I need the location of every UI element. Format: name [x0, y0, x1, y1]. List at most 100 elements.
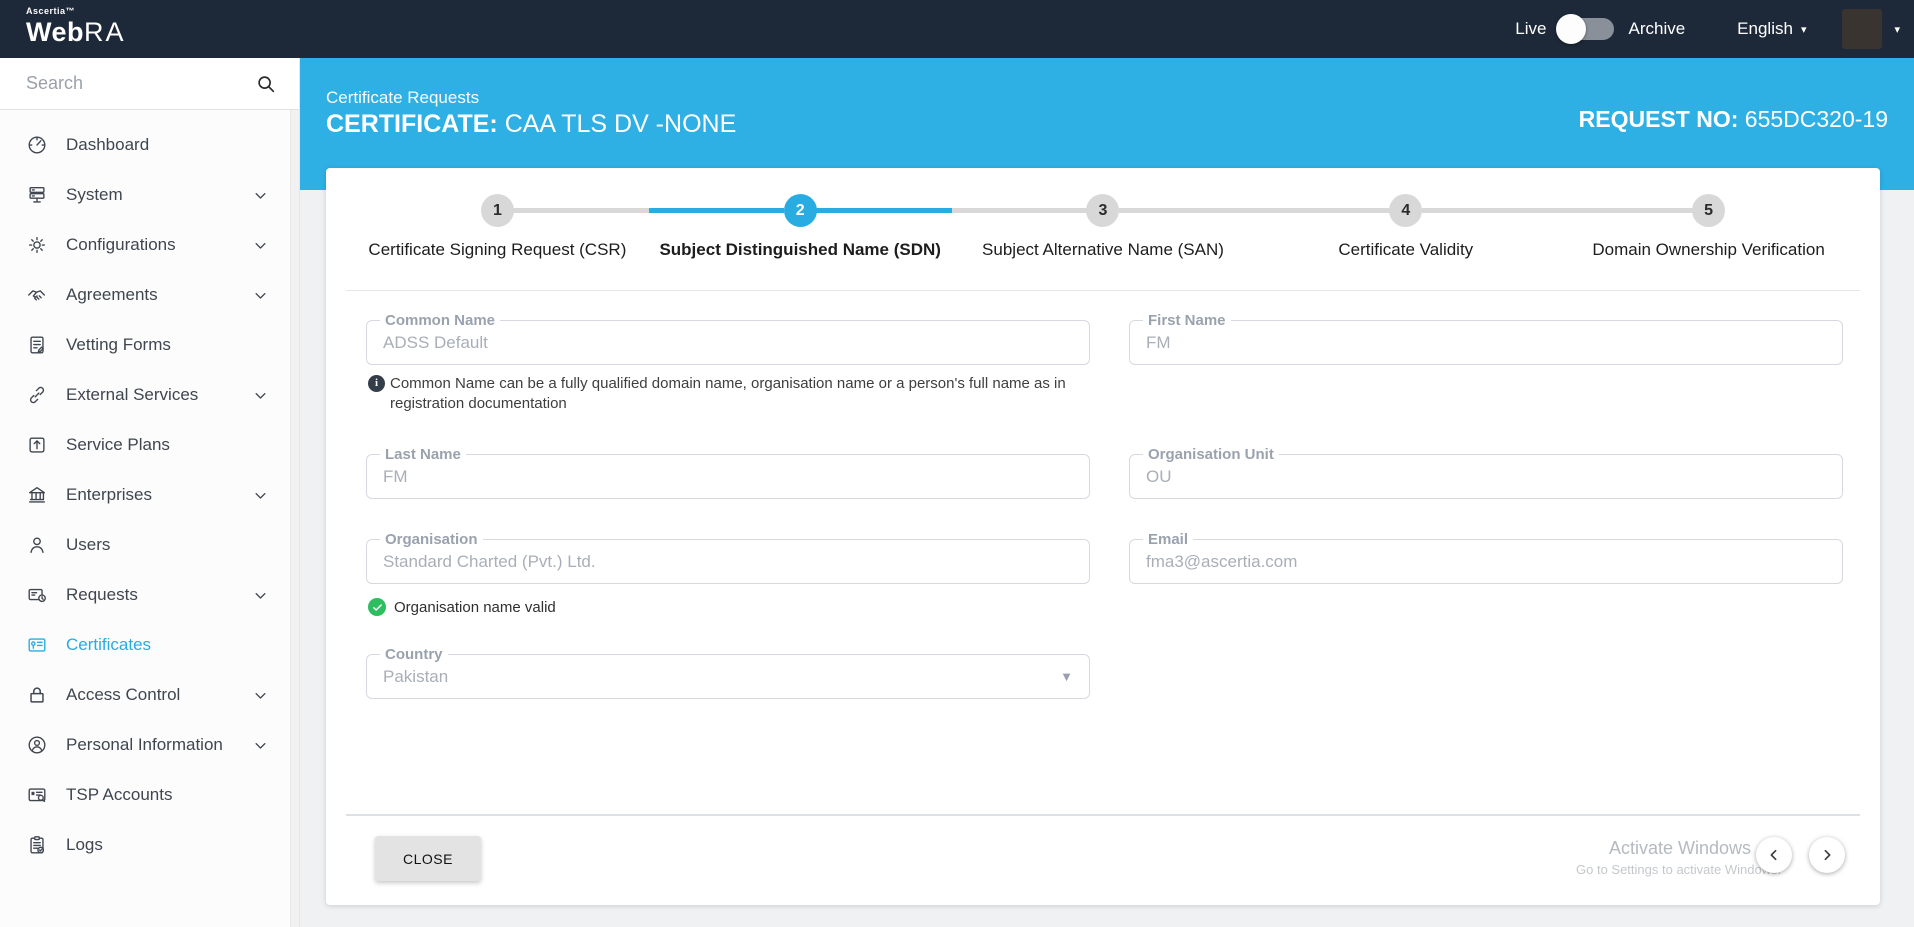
watermark-line2: Go to Settings to activate Windows. — [1576, 862, 1781, 877]
sidebar-item-certificates[interactable]: Certificates — [0, 620, 290, 670]
request-number: REQUEST NO: 655DC320-19 — [1579, 106, 1888, 133]
ascertia-brand: Ascertia™ — [26, 7, 126, 16]
archive-label: Archive — [1628, 19, 1685, 39]
last-name-field[interactable]: Last Name FM — [366, 454, 1090, 499]
step-number: 1 — [481, 194, 514, 227]
user-avatar[interactable] — [1842, 9, 1882, 49]
step-sdn[interactable]: 2 Subject Distinguished Name (SDN) — [649, 194, 952, 260]
last-name-value: FM — [383, 455, 408, 498]
step-domain-verification[interactable]: 5 Domain Ownership Verification — [1557, 194, 1860, 260]
sidebar-item-dashboard[interactable]: Dashboard — [0, 120, 290, 170]
organisation-unit-value: OU — [1146, 455, 1172, 498]
common-name-field[interactable]: Common Name ADSS Default — [366, 320, 1090, 365]
step-label: Subject Alternative Name (SAN) — [982, 240, 1224, 260]
next-step-button[interactable] — [1809, 837, 1845, 873]
hint-text: Common Name can be a fully qualified dom… — [390, 375, 1066, 412]
dashboard-icon — [26, 134, 48, 156]
sidebar-item-requests[interactable]: Requests — [0, 570, 290, 620]
chevron-down-icon[interactable] — [253, 688, 268, 703]
breadcrumb: Certificate Requests — [326, 88, 479, 108]
card-clock-icon — [26, 584, 48, 606]
chevron-left-icon — [1766, 847, 1782, 863]
chevron-down-icon: ▾ — [1801, 23, 1807, 36]
webra-logo[interactable]: Ascertia™ WebRA — [26, 7, 126, 46]
sidebar-item-system[interactable]: System — [0, 170, 290, 220]
wizard-stepper: 1 Certificate Signing Request (CSR) 2 Su… — [346, 194, 1860, 260]
sidebar-item-tsp-accounts[interactable]: TSP Accounts — [0, 770, 290, 820]
step-san[interactable]: 3 Subject Alternative Name (SAN) — [952, 194, 1255, 260]
sidebar-item-label: Access Control — [66, 685, 180, 705]
language-label: English — [1737, 19, 1793, 39]
link-icon — [26, 384, 48, 406]
step-label: Domain Ownership Verification — [1592, 240, 1824, 260]
step-number: 2 — [784, 194, 817, 227]
close-button[interactable]: CLOSE — [375, 836, 481, 881]
step-csr[interactable]: 1 Certificate Signing Request (CSR) — [346, 194, 649, 260]
select-caret-icon[interactable]: ▼ — [1060, 655, 1073, 698]
form-pen-icon — [26, 334, 48, 356]
step-validity[interactable]: 4 Certificate Validity — [1254, 194, 1557, 260]
chevron-down-icon[interactable] — [253, 188, 268, 203]
language-dropdown[interactable]: English ▾ — [1737, 19, 1806, 39]
toggle-knob[interactable] — [1556, 14, 1586, 44]
country-select[interactable]: Country Pakistan ▼ — [366, 654, 1090, 699]
footer-divider — [346, 814, 1860, 816]
organisation-value: Standard Charted (Pvt.) Ltd. — [383, 540, 596, 583]
certificate-icon — [26, 634, 48, 656]
sidebar-item-personal-information[interactable]: Personal Information — [0, 720, 290, 770]
chevron-down-icon[interactable] — [253, 738, 268, 753]
gear-icon — [26, 234, 48, 256]
sidebar-item-users[interactable]: Users — [0, 520, 290, 570]
sidebar-item-enterprises[interactable]: Enterprises — [0, 470, 290, 520]
clipboard-check-icon — [26, 834, 48, 856]
chevron-down-icon[interactable] — [253, 488, 268, 503]
sidebar-item-service-plans[interactable]: Service Plans — [0, 420, 290, 470]
common-name-hint: i Common Name can be a fully qualified d… — [368, 374, 1068, 414]
sidebar-item-label: Users — [66, 535, 110, 555]
navbar-right-cluster: Live Archive English ▾ ▾ — [1515, 0, 1900, 58]
common-name-value: ADSS Default — [383, 321, 488, 364]
sidebar-item-label: TSP Accounts — [66, 785, 172, 805]
step-label: Subject Distinguished Name (SDN) — [659, 240, 940, 260]
organisation-unit-field[interactable]: Organisation Unit OU — [1129, 454, 1843, 499]
sidebar-item-agreements[interactable]: Agreements — [0, 270, 290, 320]
sidebar-item-access-control[interactable]: Access Control — [0, 670, 290, 720]
handshake-icon — [26, 284, 48, 306]
top-navbar: Ascertia™ WebRA Live Archive English ▾ ▾ — [0, 0, 1914, 58]
chevron-down-icon[interactable] — [253, 288, 268, 303]
sidebar-item-vetting-forms[interactable]: Vetting Forms — [0, 320, 290, 370]
first-name-field[interactable]: First Name FM — [1129, 320, 1843, 365]
sidebar-item-label: Dashboard — [66, 135, 149, 155]
chevron-down-icon[interactable] — [253, 238, 268, 253]
sidebar-item-label: Certificates — [66, 635, 151, 655]
sidebar-item-label: Configurations — [66, 235, 176, 255]
activate-windows-watermark: Activate Windows Go to Settings to activ… — [1576, 838, 1781, 877]
organisation-field[interactable]: Organisation Standard Charted (Pvt.) Ltd… — [366, 539, 1090, 584]
previous-step-button[interactable] — [1756, 837, 1792, 873]
sidebar-item-label: Service Plans — [66, 435, 170, 455]
sidebar-item-label: System — [66, 185, 123, 205]
sidebar-item-configurations[interactable]: Configurations — [0, 220, 290, 270]
sidebar-search — [0, 58, 299, 110]
step-number: 3 — [1086, 194, 1119, 227]
live-archive-toggle[interactable] — [1558, 18, 1614, 40]
chevron-down-icon[interactable] — [253, 388, 268, 403]
sidebar-item-label: Vetting Forms — [66, 335, 171, 355]
info-icon: i — [368, 375, 385, 392]
search-input[interactable] — [26, 58, 246, 108]
user-menu-chevron-icon[interactable]: ▾ — [1894, 23, 1900, 36]
bank-icon — [26, 484, 48, 506]
server-icon — [26, 184, 48, 206]
chevron-down-icon[interactable] — [253, 588, 268, 603]
person-icon — [26, 534, 48, 556]
webra-app: Ascertia™ WebRA Live Archive English ▾ ▾ — [0, 0, 1914, 927]
sidebar-item-external-services[interactable]: External Services — [0, 370, 290, 420]
email-field[interactable]: Email fma3@ascertia.com — [1129, 539, 1843, 584]
search-icon[interactable] — [255, 73, 277, 100]
sidebar-item-logs[interactable]: Logs — [0, 820, 290, 870]
sidebar-item-label: Agreements — [66, 285, 158, 305]
person-circle-icon — [26, 734, 48, 756]
step-number: 4 — [1389, 194, 1422, 227]
sidebar-scrollbar[interactable] — [290, 110, 299, 927]
sidebar-item-label: Enterprises — [66, 485, 152, 505]
